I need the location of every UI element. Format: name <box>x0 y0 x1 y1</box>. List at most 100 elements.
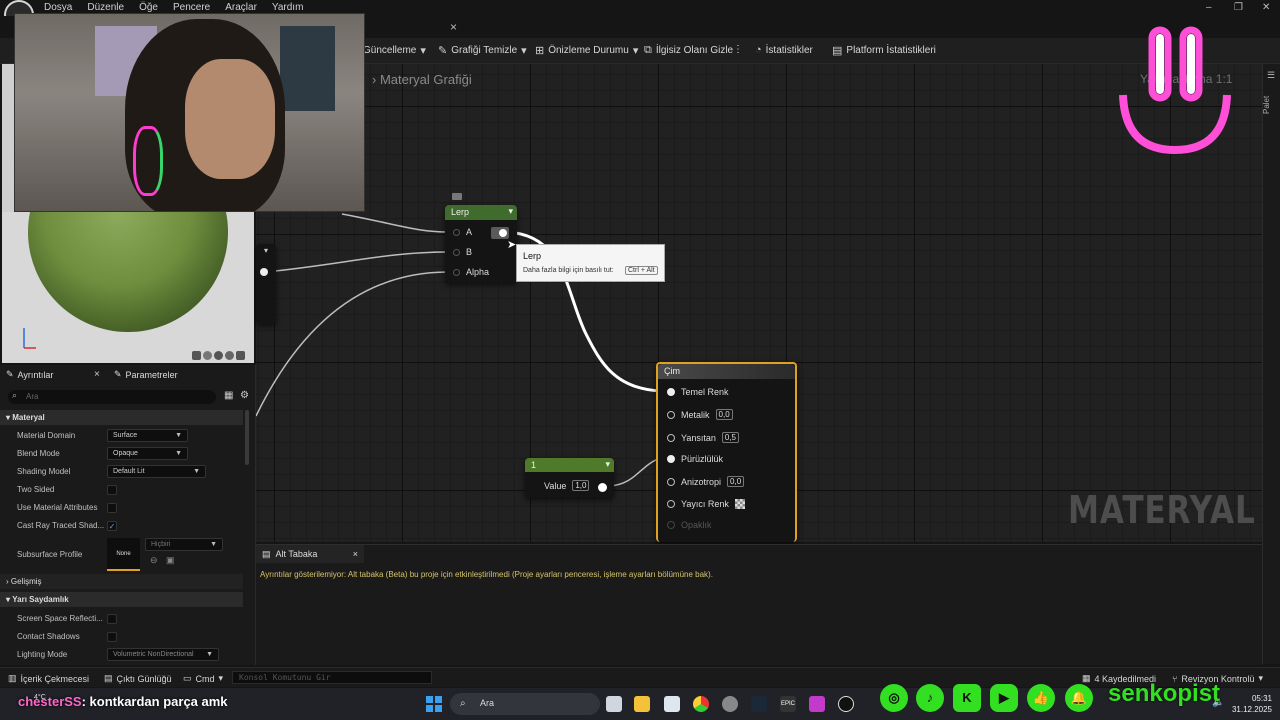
grid-view-icon[interactable]: ▦ <box>224 390 233 401</box>
more-options-icon[interactable]: ⋮ <box>733 44 743 55</box>
hierarchy-icon: ⊞ <box>535 45 545 57</box>
output-pin[interactable] <box>260 268 268 276</box>
constant-node[interactable]: 1 ▾ Value 1,0 <box>525 458 614 498</box>
blend-mode-select[interactable]: Opaque ▼ <box>107 447 188 460</box>
windows-start-icon[interactable] <box>426 696 442 712</box>
use-material-attributes-checkbox[interactable] <box>107 503 117 513</box>
chevron-down-icon: ▼ <box>175 450 182 457</box>
subsurface-thumbnail[interactable]: None <box>107 538 140 571</box>
taskbar-clock[interactable]: 05:31 31.12.2025 <box>1224 693 1272 715</box>
shading-model-select[interactable]: Default Lit ▼ <box>107 465 206 478</box>
output-log-button[interactable]: ▤ Çıktı Günlüğü <box>104 673 172 684</box>
specular-value-field[interactable]: 0,5 <box>721 432 739 443</box>
menu-window[interactable]: Pencere <box>173 2 210 13</box>
tab-parameters[interactable]: ✎ Parametreler <box>114 369 178 380</box>
subsurface-profile-select[interactable]: Hiçbiri ▼ <box>145 538 223 551</box>
reset-arrow-icon[interactable]: ⊖ <box>150 555 158 566</box>
material-pin-emissive[interactable]: Yayıcı Renk <box>667 499 745 509</box>
preview-state-button[interactable]: ⊞ Önizleme Durumu ▾ <box>535 44 638 57</box>
partial-node[interactable]: ▾ <box>256 244 276 324</box>
console-command-input[interactable]: Konsol Komutunu Gir <box>232 671 432 684</box>
section-advanced[interactable]: › Gelişmiş <box>0 574 243 589</box>
sphere-icon[interactable] <box>203 351 212 360</box>
menu-file[interactable]: Dosya <box>44 2 72 13</box>
teapot-icon[interactable] <box>236 351 245 360</box>
store-icon[interactable] <box>664 696 680 712</box>
close-icon[interactable]: × <box>353 549 358 559</box>
platform-stats-button[interactable]: ▤ Platform İstatistikleri <box>832 44 936 57</box>
metallic-value-field[interactable]: 0,0 <box>715 409 733 420</box>
menu-asset[interactable]: Öğe <box>139 2 158 13</box>
anisotropy-value-field[interactable]: 0,0 <box>727 476 745 487</box>
lighting-mode-select[interactable]: Volumetric NonDirectional ▼ <box>107 648 219 661</box>
wire-into-b <box>265 251 449 273</box>
purple-app-icon[interactable] <box>809 696 825 712</box>
material-pin-anisotropy[interactable]: Anizotropi 0,0 <box>667 476 745 487</box>
taskbar-search[interactable]: Ara <box>450 693 600 715</box>
details-scrollbar[interactable] <box>245 410 249 465</box>
update-button[interactable]: Güncelleme ▾ <box>363 44 426 57</box>
close-window-button[interactable]: ✕ <box>1262 2 1270 13</box>
stats-label: İstatistikler <box>765 44 813 56</box>
material-pin-roughness[interactable]: Pürüzlülük <box>667 454 723 464</box>
section-translucency-label: Yarı Saydamlık <box>12 595 69 604</box>
cube-icon[interactable] <box>225 351 234 360</box>
task-view-icon[interactable] <box>606 696 622 712</box>
chrome-icon[interactable] <box>693 696 709 712</box>
material-result-node[interactable]: Çim Temel Renk Metalik 0,0 Yansıtan 0,5 Pü… <box>656 362 797 542</box>
prop-cast-ray-traced-shadows-label: Cast Ray Traced Shad... <box>17 521 105 530</box>
epic-games-icon[interactable]: EPIC <box>780 696 796 712</box>
clock-date: 31.12.2025 <box>1231 705 1272 714</box>
mouse-cursor-icon: ➤ <box>507 239 517 251</box>
constant-output-pin[interactable] <box>598 483 607 492</box>
gear-icon[interactable]: ⚙ <box>240 390 249 401</box>
details-search-input[interactable]: Ara <box>8 390 216 404</box>
lerp-pin-alpha[interactable]: Alpha <box>453 267 489 277</box>
file-explorer-icon[interactable] <box>634 696 650 712</box>
clean-graph-button[interactable]: ✎ Grafiği Temizle ▾ <box>438 44 527 57</box>
cmd-select[interactable]: ▭ Cmd ▾ <box>183 673 223 684</box>
hide-unrelated-button[interactable]: ⧉ İlgisiz Olanı Gizle <box>644 44 733 57</box>
restore-button[interactable]: ❐ <box>1234 2 1243 13</box>
content-drawer-button[interactable]: ▥ İçerik Çekmecesi <box>8 673 89 684</box>
substrate-tab[interactable]: ▤ Alt Tabaka × <box>256 545 364 563</box>
browse-folder-icon[interactable]: ▣ <box>166 555 175 566</box>
material-domain-select[interactable]: Surface ▼ <box>107 429 188 442</box>
lerp-pin-b[interactable]: B <box>453 247 472 257</box>
constant-value-field[interactable]: 1,0 <box>572 480 590 491</box>
color-swatch-icon[interactable] <box>734 499 745 509</box>
thumbs-up-icon: 👍 <box>1027 684 1055 712</box>
chevron-down-icon: ▾ <box>521 45 527 57</box>
plane-icon[interactable] <box>214 351 223 360</box>
search-icon: ⌕ <box>460 698 466 709</box>
tab-close-icon[interactable]: × <box>450 20 457 34</box>
material-preview-viewport[interactable] <box>2 212 254 363</box>
cylinder-icon[interactable] <box>192 351 201 360</box>
unreal-engine-icon[interactable] <box>838 696 854 712</box>
menu-edit[interactable]: Düzenle <box>87 2 124 13</box>
menu-help[interactable]: Yardım <box>272 2 304 13</box>
stats-button[interactable]: ◔ İstatistikler <box>755 44 813 56</box>
palette-tab[interactable]: Palet <box>1262 90 1280 120</box>
obs-icon[interactable] <box>722 696 738 712</box>
material-pin-specular[interactable]: Yansıtan 0,5 <box>667 432 739 443</box>
section-material[interactable]: ▾ Materyal <box>0 410 243 425</box>
pin-label: Anizotropi <box>681 476 722 487</box>
section-translucency[interactable]: ▾ Yarı Saydamlık <box>0 592 243 607</box>
list-icon[interactable]: ☰ <box>1267 70 1275 81</box>
contact-shadows-checkbox[interactable] <box>107 632 117 642</box>
steam-icon[interactable] <box>751 696 767 712</box>
pin-label: Pürüzlülük <box>681 454 724 464</box>
tab-details[interactable]: ✎ Ayrıntılar <box>6 369 53 380</box>
constant-value-label: Value <box>544 480 567 491</box>
lerp-pin-a[interactable]: A <box>453 227 472 237</box>
two-sided-checkbox[interactable] <box>107 485 117 495</box>
menu-tools[interactable]: Araçlar <box>225 2 257 13</box>
material-pin-base-color[interactable]: Temel Renk <box>667 387 729 397</box>
youtube-icon: ▶ <box>990 684 1018 712</box>
minimize-button[interactable]: – <box>1206 2 1212 13</box>
ssr-checkbox[interactable] <box>107 614 117 624</box>
material-pin-metallic[interactable]: Metalik 0,0 <box>667 409 733 420</box>
close-icon[interactable]: × <box>94 369 100 380</box>
cast-ray-traced-shadows-checkbox[interactable]: ✓ <box>107 521 117 531</box>
